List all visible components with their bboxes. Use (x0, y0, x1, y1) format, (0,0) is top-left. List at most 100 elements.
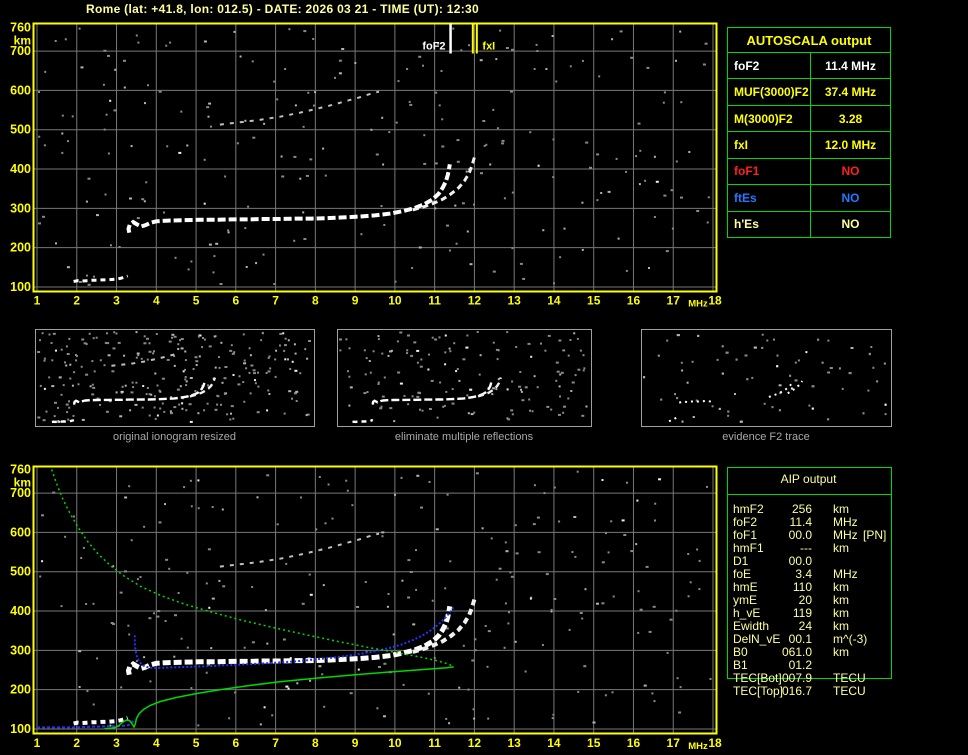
trace-profile-bottomside (104, 666, 454, 730)
x-tick-label: 18 (708, 294, 722, 308)
x-tick-label: 17 (667, 294, 681, 308)
x-axis-unit-label: MHz (688, 741, 708, 752)
x-tick-label: 18 (708, 736, 722, 750)
autoscala-param-label: fxI (728, 132, 811, 158)
plot-border (32, 22, 718, 293)
autoscala-param-label: M(3000)F2 (728, 105, 811, 132)
x-tick-label: 5 (193, 736, 200, 750)
x-tick-label: 9 (352, 736, 359, 750)
autoscala-param-label: foF2 (728, 53, 811, 79)
x-tick-label: 3 (113, 736, 120, 750)
x-tick-label: 12 (468, 294, 482, 308)
aip-param-label: TEC[Top] (733, 684, 784, 698)
autoscala-param-value: 37.4 MHz (824, 85, 877, 100)
x-tick-label: 16 (627, 294, 641, 308)
y-tick-label: 200 (10, 241, 31, 255)
x-tick-label: 6 (232, 736, 239, 750)
aip-param-note: [PN] (863, 528, 887, 542)
autoscala-param-label: ftEs (728, 185, 811, 211)
x-tick-label: 4 (153, 736, 160, 750)
autoscala-param-label: MUF(3000)F2 (728, 79, 811, 105)
x-tick-label: 11 (428, 736, 441, 750)
plot-border (32, 465, 718, 735)
aip-param-unit: km (833, 645, 849, 659)
autoscala-rows: foF2 11.4 MHz MUF(3000)F2 37.4 MHz M(3000)F2… (728, 52, 890, 237)
y-tick-label: 500 (10, 565, 31, 579)
aip-param-value: 016.7 (782, 684, 813, 698)
x-tick-label: 8 (312, 294, 319, 308)
y-tick-label: 200 (10, 683, 31, 697)
aip-panel-header: AIP output (780, 472, 837, 486)
trace-F2-trace-ordinary (125, 605, 453, 676)
autoscala-row-fof2: foF2 11.4 MHz (728, 52, 890, 79)
y-axis-unit-label: km (14, 34, 31, 48)
autoscala-output-panel: AUTOSCALA output foF2 11.4 MHz MUF(3000)F2… (727, 27, 891, 238)
x-tick-label: 3 (113, 294, 120, 308)
autoscala-param-value: 12.0 MHz (824, 137, 877, 152)
x-tick-label: 14 (547, 294, 561, 308)
trace-scaled-trace-F (133, 606, 455, 670)
y-tick-label: 400 (10, 162, 31, 176)
y-tick-label: 760 (10, 21, 31, 35)
aip-rows: hmF2 256 km foF2 11.4 MHz foF1 00.0 MHz [PN] hmF1-… (733, 503, 889, 698)
autoscala-row-ftes: ftEs NO (728, 184, 890, 211)
thumbnail-caption-original: original ionogram resized (113, 431, 236, 443)
marker-foF2: foF2 (422, 23, 452, 54)
trace-profile-topside (50, 469, 455, 668)
thumbnail-evidence-f2-trace (641, 329, 892, 427)
x-tick-label: 11 (428, 294, 441, 308)
x-tick-label: 13 (508, 736, 522, 750)
autoscala-application-window: 1 2 3 4 5 6 7 8 9 10 11 12 13 14 15 16 17 18 MHz 760 700 600 5… (0, 0, 968, 755)
x-tick-label: 1 (34, 736, 41, 750)
y-tick-label: 500 (10, 123, 31, 137)
x-tick-label: 7 (272, 294, 279, 308)
marker-label: fxI (482, 41, 495, 53)
autoscala-row-m3000f2: M(3000)F2 3.28 (728, 104, 890, 132)
x-tick-label: 10 (388, 736, 402, 750)
aip-row-tectop: TEC[Top] 016.7 TECU (733, 685, 889, 698)
trace-E-trace (73, 274, 129, 283)
x-tick-label: 1 (34, 294, 41, 308)
y-tick-label: 600 (10, 525, 31, 539)
x-tick-label: 5 (193, 294, 200, 308)
autoscala-param-value: NO (841, 217, 860, 232)
autoscala-param-value: 3.28 (838, 111, 863, 126)
x-tick-label: 17 (667, 736, 681, 750)
autoscala-param-value: NO (841, 164, 860, 179)
x-tick-label: 16 (627, 736, 641, 750)
y-tick-label: 760 (10, 463, 31, 477)
y-tick-label: 100 (10, 280, 31, 294)
trace-F2-trace-ordinary (126, 163, 452, 234)
marker-fxI: fxI (471, 23, 495, 54)
thumbnail-caption-eliminate: eliminate multiple reflections (394, 431, 534, 443)
x-tick-label: 15 (587, 736, 601, 750)
y-tick-label: 600 (10, 83, 31, 97)
x-tick-label: 10 (388, 294, 402, 308)
marker-label: foF2 (422, 41, 445, 53)
x-tick-label: 15 (587, 294, 601, 308)
thumbnail-caption-evidence: evidence F2 trace (722, 431, 810, 443)
x-tick-label: 14 (547, 736, 561, 750)
autoscala-param-label: foF1 (728, 158, 811, 185)
x-tick-label: 2 (73, 736, 80, 750)
autoscala-row-fxi: fxI 12.0 MHz (728, 131, 890, 158)
autoscala-row-muf3000f2: MUF(3000)F2 37.4 MHz (728, 78, 890, 105)
x-tick-label: 13 (508, 294, 522, 308)
autoscala-param-value: NO (841, 190, 860, 205)
y-tick-label: 300 (10, 201, 31, 215)
thumbnail-original-ionogram (35, 329, 315, 427)
bottom-ionogram-plot: 1 2 3 4 5 6 7 8 9 10 11 12 13 14 15 16 17 18MHz7607006005… (10, 463, 722, 753)
trace-E-trace (73, 716, 129, 726)
y-axis-unit-label: km (14, 476, 31, 490)
x-tick-label: 4 (153, 294, 160, 308)
top-ionogram-plot: 1 2 3 4 5 6 7 8 9 10 11 12 13 14 15 16 17 18MHz7607006005… (10, 21, 722, 310)
y-tick-label: 300 (10, 643, 31, 657)
y-tick-label: 100 (10, 722, 31, 736)
autoscala-row-fof1: foF1 NO (728, 157, 890, 185)
x-tick-label: 8 (312, 736, 319, 750)
x-tick-label: 6 (232, 294, 239, 308)
thumbnail-eliminate-reflections (337, 329, 592, 427)
autoscala-param-value: 11.4 MHz (825, 58, 876, 73)
autoscala-row-hes: h'Es NO (728, 210, 890, 237)
autoscala-param-label: h'Es (728, 211, 811, 237)
